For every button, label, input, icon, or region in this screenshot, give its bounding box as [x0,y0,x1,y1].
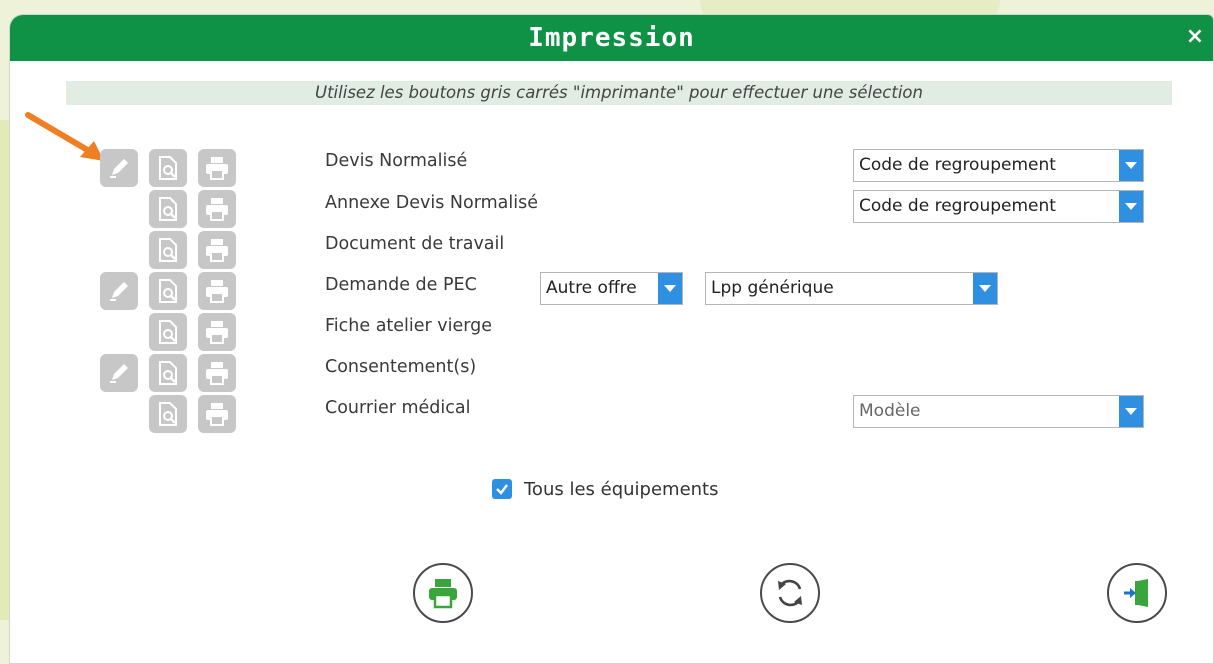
dialog-titlebar: Impression × [10,15,1213,61]
document-search-icon [159,279,177,303]
grouping-code-select[interactable]: Code de regroupement [853,149,1144,182]
printer-icon [206,280,228,303]
document-search-icon [159,238,177,262]
preview-button-document-travail[interactable] [149,231,187,269]
label-document-travail: Document de travail [325,234,505,254]
preview-button-demande-pec[interactable] [149,272,187,310]
annexe-grouping-code-select[interactable]: Code de regroupement [853,190,1144,223]
label-courrier-medical: Courrier médical [325,398,471,418]
grouping-code-select-value: Code de regroupement [859,155,1056,175]
lpp-select[interactable]: Lpp générique [705,272,998,305]
document-search-icon [159,156,177,180]
label-devis-normalise: Devis Normalisé [325,151,468,171]
chevron-down-icon [1119,191,1143,222]
chevron-down-icon [658,273,682,304]
label-annexe-devis: Annexe Devis Normalisé [325,193,538,213]
offer-select[interactable]: Autre offre [540,272,683,305]
preview-button-devis-normalise[interactable] [149,149,187,187]
preview-button-annexe-devis[interactable] [149,190,187,228]
print-button-demande-pec[interactable] [198,272,236,310]
printer-icon [206,157,228,180]
print-button-document-travail[interactable] [198,231,236,269]
instruction-banner: Utilisez les boutons gris carrés "imprim… [66,81,1172,105]
printer-icon [206,362,228,385]
print-button-devis-normalise[interactable] [198,149,236,187]
print-all-button[interactable] [413,563,473,623]
all-equipment-checkbox[interactable] [492,479,512,499]
checkmark-icon [496,484,508,495]
preview-button-fiche-atelier[interactable] [149,313,187,351]
close-button[interactable]: × [1183,25,1207,49]
label-consentement: Consentement(s) [325,357,477,377]
document-search-icon [159,402,177,426]
chevron-down-icon [973,273,997,304]
chevron-down-icon [1119,396,1143,427]
print-button-annexe-devis[interactable] [198,190,236,228]
annexe-grouping-code-select-value: Code de regroupement [859,196,1056,216]
printer-icon [206,198,228,221]
label-demande-pec: Demande de PEC [325,275,477,295]
all-equipment-label: Tous les équipements [524,478,719,500]
arrow-annotation-icon [25,112,104,161]
all-equipment-option: Tous les équipements [492,476,719,502]
document-search-icon [159,361,177,385]
print-dialog: Impression × Utilisez les boutons gris c… [9,14,1214,664]
refresh-button[interactable] [760,563,820,623]
print-button-fiche-atelier[interactable] [198,313,236,351]
lpp-select-value: Lpp générique [711,278,834,298]
edit-button-devis-normalise[interactable] [100,149,138,187]
pencil-icon [110,159,128,178]
exit-door-icon [1124,579,1148,607]
dialog-title: Impression [528,23,695,53]
printer-icon [206,239,228,262]
document-search-icon [159,320,177,344]
print-button-courrier-medical[interactable] [198,395,236,433]
printer-icon [206,321,228,344]
pencil-icon [110,282,128,301]
letter-template-select[interactable]: Modèle [853,395,1144,428]
edit-button-demande-pec[interactable] [100,272,138,310]
pencil-icon [110,364,128,383]
document-search-icon [159,197,177,221]
print-button-consentement[interactable] [198,354,236,392]
exit-button[interactable] [1107,563,1167,623]
printer-icon [429,579,457,609]
preview-button-courrier-medical[interactable] [149,395,187,433]
preview-button-consentement[interactable] [149,354,187,392]
edit-button-consentement[interactable] [100,354,138,392]
label-fiche-atelier: Fiche atelier vierge [325,316,493,336]
refresh-icon [778,579,802,607]
chevron-down-icon [1119,150,1143,181]
letter-template-select-placeholder: Modèle [859,401,921,421]
printer-icon [206,403,228,426]
